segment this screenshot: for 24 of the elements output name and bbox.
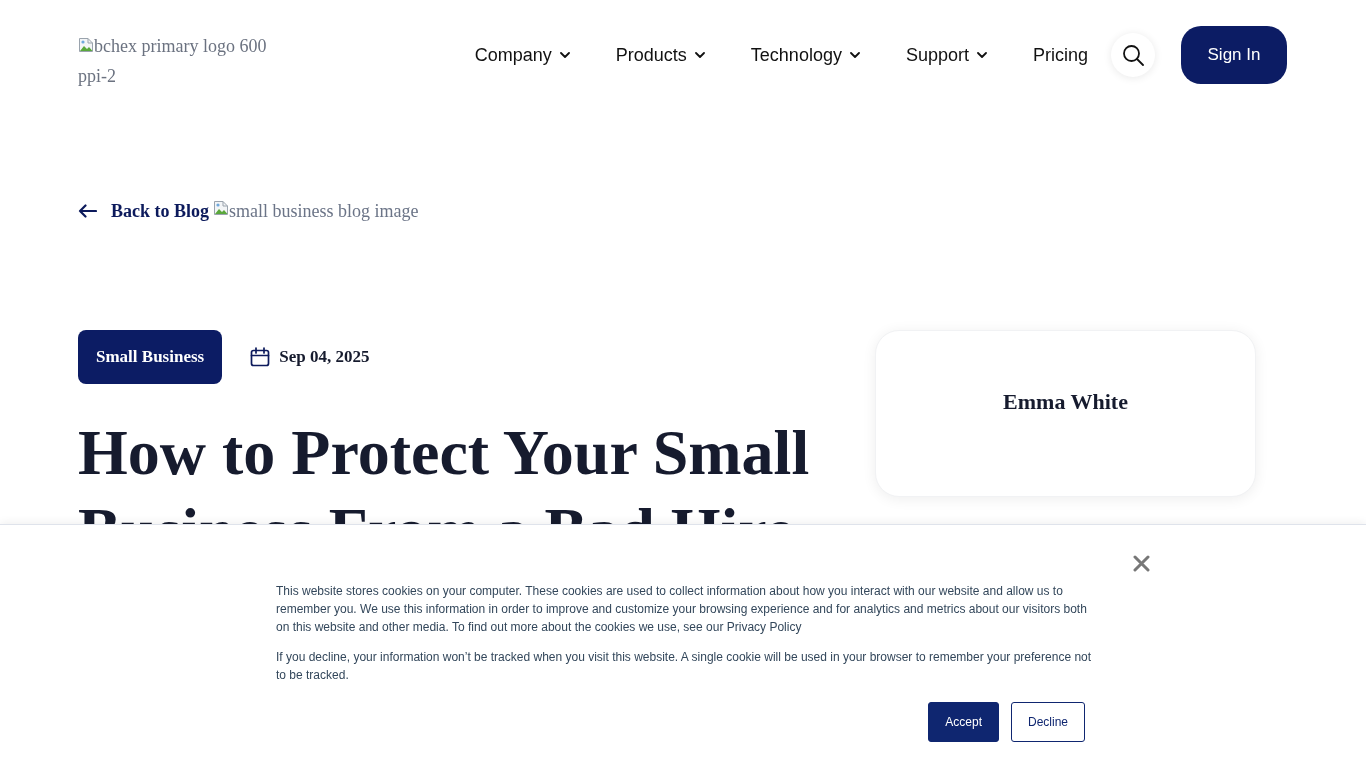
nav-menu-item[interactable]: Products bbox=[615, 44, 705, 66]
sign-in-button[interactable]: Sign In bbox=[1181, 26, 1287, 84]
logo-link[interactable]: bchex primary logo 600 ppi-2 bbox=[78, 31, 270, 91]
search-icon bbox=[1122, 44, 1144, 66]
nav-menu-item[interactable]: Company bbox=[474, 44, 570, 66]
search-button[interactable] bbox=[1111, 33, 1155, 77]
accept-button[interactable]: Accept bbox=[928, 702, 999, 742]
broken-image-icon bbox=[78, 37, 94, 53]
cookie-notice-text: If you decline, your information won’t be tracked when you visit this website. A single cookie will be used in your browser to remember your preference not to be tracked. bbox=[276, 649, 1093, 684]
back-to-blog-link[interactable]: Back to Blog bbox=[78, 199, 209, 223]
decline-button[interactable]: Decline bbox=[1010, 702, 1085, 742]
author-name: Emma White bbox=[1003, 388, 1128, 415]
broken-image-icon bbox=[213, 200, 229, 216]
category-tag[interactable]: Small Business bbox=[78, 330, 223, 384]
nav-menu-item[interactable]: Technology bbox=[750, 44, 860, 66]
close-button[interactable] bbox=[1131, 553, 1151, 573]
calendar-icon bbox=[250, 347, 271, 367]
arrow-left-icon bbox=[78, 204, 97, 218]
image-alt-text: small business blog image bbox=[229, 200, 419, 223]
nav-menu-item[interactable]: Pricing bbox=[1032, 44, 1088, 66]
nav-menu-item[interactable]: Support bbox=[905, 44, 987, 66]
close-icon bbox=[1132, 554, 1150, 572]
post-date: Sep 04, 2025 bbox=[279, 347, 370, 367]
cookie-notice-text: This website stores cookies on your computer. These cookies are used to collect information about how you interact with our website and allow us to remember you. We use this information in order to improve and customize your browsing experience and for analytics and metrics about our visitors both on this website and other media. To find out more about the cookies we use, see our Privacy Policy bbox=[276, 583, 1088, 636]
